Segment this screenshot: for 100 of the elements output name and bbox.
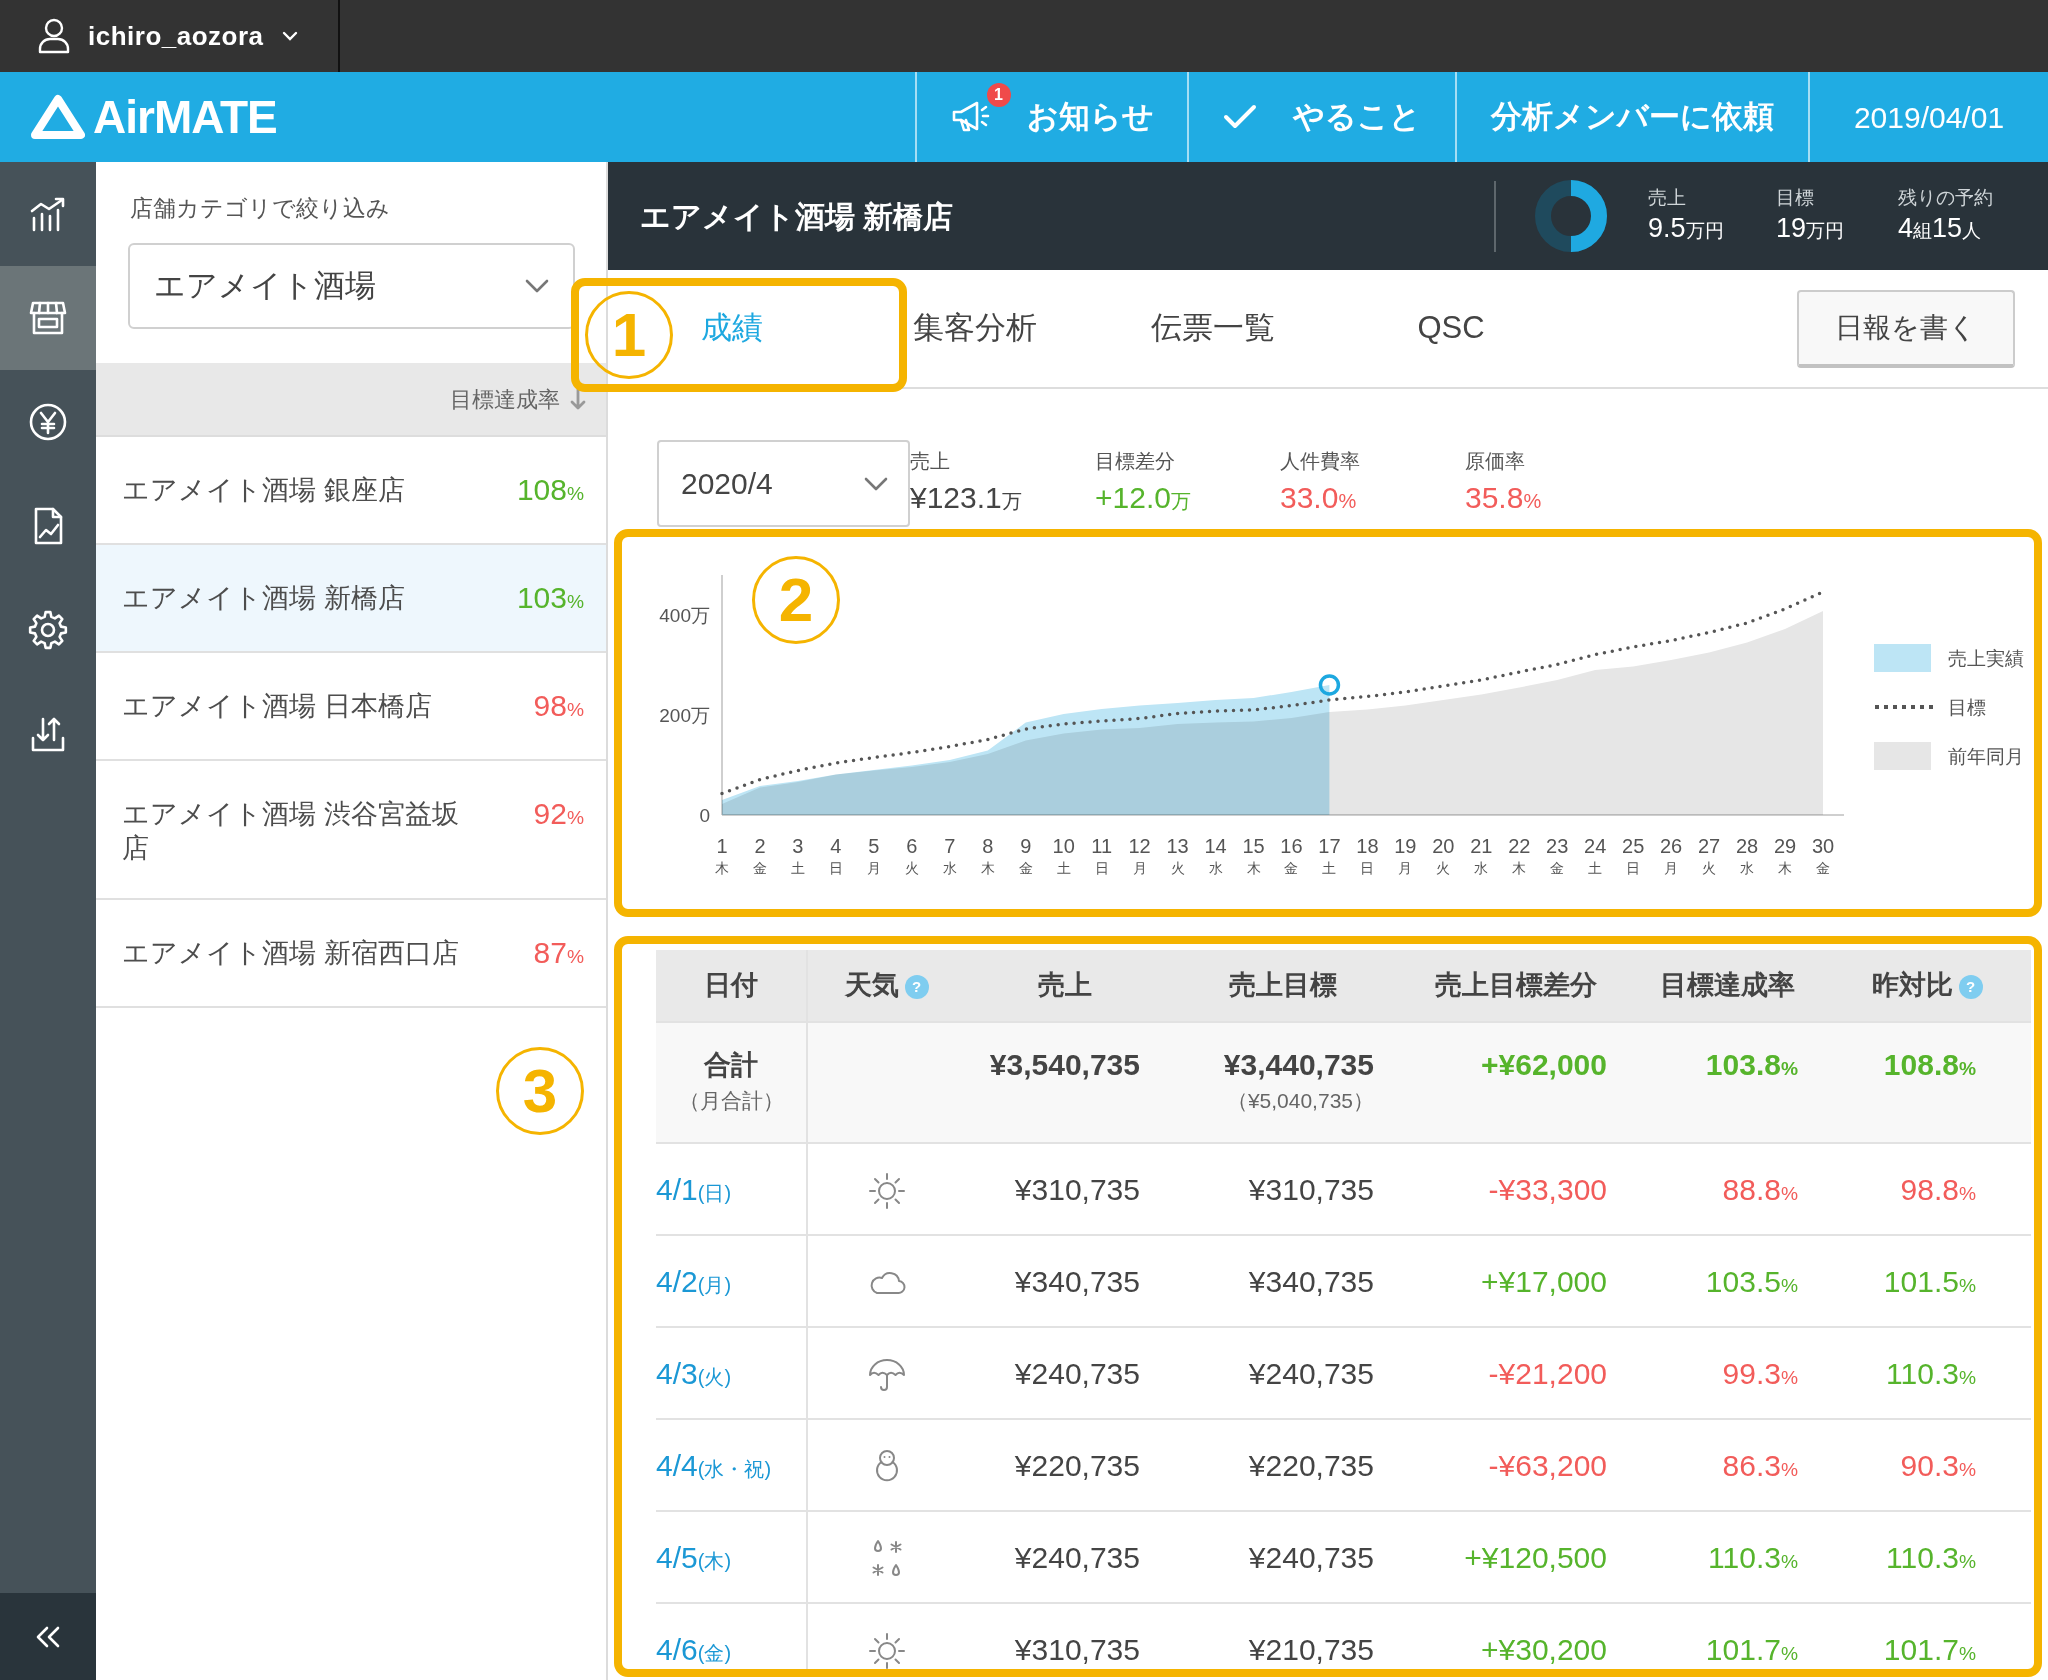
column-header: 日付	[704, 970, 758, 1001]
summary-value: 33.0%	[1280, 480, 1358, 516]
column-header: 売上目標差分	[1435, 970, 1597, 1001]
table-cell: ¥220,735	[965, 1419, 1165, 1511]
x-axis-label: 1 木	[715, 835, 729, 876]
summary-value: ¥123.1万	[910, 480, 1023, 516]
table-cell: ¥240,735	[1165, 1327, 1400, 1419]
table-cell: ¥210,735	[1165, 1603, 1400, 1669]
x-axis-label: 24 土	[1584, 835, 1607, 876]
table-cell: ¥340,735	[1165, 1235, 1400, 1327]
x-axis-label: 28 水	[1735, 835, 1759, 876]
stat-label: 残りの予約	[1898, 185, 1994, 210]
table-cell: 110.3%	[1823, 1511, 2031, 1603]
table-cell: ¥220,735	[1165, 1419, 1400, 1511]
summary-label: 売上	[910, 449, 951, 474]
achievement-rate: 92%	[533, 796, 584, 832]
legend-label: 目標	[1948, 697, 1986, 718]
filter-label: 店舗カテゴリで絞り込み	[130, 195, 391, 221]
x-axis-label: 7 水	[942, 835, 957, 876]
table-cell: ¥240,735	[965, 1511, 1165, 1603]
store-name: エアメイト酒場 銀座店	[122, 474, 406, 507]
table-cell: 86.3%	[1632, 1419, 1823, 1511]
x-axis-label: 20 火	[1432, 835, 1455, 876]
achievement-rate: 103%	[516, 580, 584, 616]
achievement-rate: 98%	[533, 688, 584, 724]
table-cell: 101.7%	[1632, 1603, 1823, 1669]
table-cell: ¥340,735	[965, 1235, 1165, 1327]
stat-value: 19万円	[1776, 211, 1846, 245]
x-axis-label: 13 火	[1166, 835, 1189, 876]
y-axis-label: 400万	[659, 605, 710, 626]
y-axis-label: 200万	[659, 705, 710, 726]
logo-wordmark: AirMATE	[93, 94, 277, 140]
table-cell: 103.5%	[1632, 1235, 1823, 1327]
table-cell: 99.3%	[1632, 1327, 1823, 1419]
total-value: 103.8%	[1704, 1047, 1798, 1083]
x-axis-label: 11 日	[1091, 835, 1113, 876]
table-cell: -¥33,300	[1400, 1143, 1632, 1235]
store-name: エアメイト酒場 新宿西口店	[122, 937, 460, 970]
total-value: +¥62,000	[1480, 1047, 1607, 1083]
column-header: 目標達成率	[1660, 970, 1795, 1001]
table-cell: ¥310,735	[965, 1143, 1165, 1235]
store-name: エアメイト酒場 新橋店	[122, 582, 406, 615]
stat-label: 売上	[1648, 185, 1687, 210]
column-header: 売上目標	[1228, 970, 1337, 1001]
y-axis-label: 0	[699, 805, 710, 826]
total-value: ¥3,440,735	[1222, 1047, 1374, 1083]
legend-label: 売上実績	[1948, 648, 2024, 669]
column-header: 天気	[844, 970, 899, 1001]
total-value: ¥3,540,735	[988, 1047, 1140, 1083]
achievement-rate: 87%	[533, 935, 584, 971]
table-cell: 101.5%	[1823, 1235, 2031, 1327]
x-axis-label: 18 日	[1356, 835, 1379, 876]
table-cell: 90.3%	[1823, 1419, 2031, 1511]
x-axis-label: 17 土	[1318, 835, 1341, 876]
legend-label: 前年同月	[1948, 746, 2024, 767]
x-axis-label: 5 月	[866, 835, 881, 876]
stat-value: 4組15人	[1898, 211, 1983, 245]
x-axis-label: 23 金	[1546, 835, 1569, 876]
store-name: エアメイト酒場 日本橋店	[122, 690, 433, 723]
x-axis-label: 12 月	[1128, 835, 1151, 876]
notification-badge: 1	[986, 83, 1011, 107]
table-cell: 110.3%	[1632, 1511, 1823, 1603]
total-note: （月合計）	[677, 1088, 785, 1114]
callout-number: 1	[585, 291, 673, 379]
summary-label: 人件費率	[1280, 449, 1361, 474]
x-axis-label: 22 木	[1508, 835, 1531, 876]
column-header: 売上	[1038, 970, 1092, 1001]
summary-label: 目標差分	[1095, 449, 1176, 474]
table-cell: 110.3%	[1823, 1327, 2031, 1419]
x-axis-label: 26 月	[1660, 835, 1683, 876]
x-axis-label: 25 日	[1622, 835, 1645, 876]
total-note: （¥5,040,735）	[1225, 1088, 1374, 1114]
x-axis-label: 19 月	[1394, 835, 1417, 876]
x-axis-label: 30 金	[1811, 835, 1835, 876]
callout-number: 2	[752, 556, 840, 644]
x-axis-label: 3 土	[790, 835, 805, 876]
x-axis-label: 14 水	[1204, 835, 1227, 876]
x-axis-label: 21 水	[1470, 835, 1493, 876]
callout-number: 3	[496, 1047, 584, 1135]
column-header: 昨対比	[1871, 970, 1953, 1001]
table-cell: 101.7%	[1823, 1603, 2031, 1669]
store-name: エアメイト酒場 渋谷宮益坂店	[122, 798, 460, 865]
summary-label: 原価率	[1465, 449, 1526, 474]
table-cell: +¥30,200	[1400, 1603, 1632, 1669]
table-cell: +¥17,000	[1400, 1235, 1632, 1327]
stat-value: 9.5万円	[1648, 211, 1725, 245]
total-label: 合計	[703, 1049, 759, 1082]
x-axis-label: 2 金	[752, 835, 767, 876]
x-axis-label: 6 火	[904, 835, 919, 876]
x-axis-label: 9 金	[1018, 835, 1033, 876]
table-cell: 98.8%	[1823, 1143, 2031, 1235]
total-value: 108.8%	[1882, 1047, 1976, 1083]
table-cell: +¥120,500	[1400, 1511, 1632, 1603]
summary-value: +12.0万	[1095, 480, 1192, 516]
x-axis-label: 15 木	[1242, 835, 1265, 876]
table-cell: -¥63,200	[1400, 1419, 1632, 1511]
x-axis-label: 29 木	[1773, 835, 1797, 876]
x-axis-label: 10 土	[1052, 835, 1075, 876]
table-cell: ¥310,735	[1165, 1143, 1400, 1235]
store-title: エアメイト酒場 新橋店	[640, 198, 954, 235]
